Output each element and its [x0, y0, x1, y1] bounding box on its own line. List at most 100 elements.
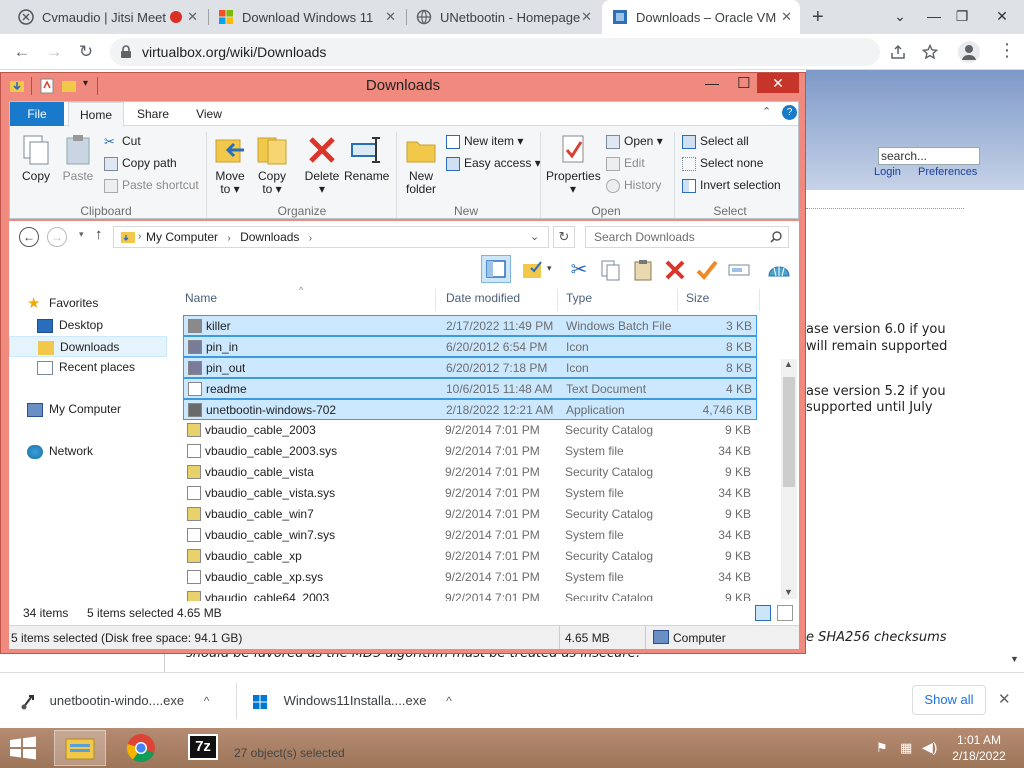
preferences-link[interactable]: Preferences: [918, 166, 977, 178]
paste-button[interactable]: Paste: [58, 134, 98, 183]
tab-view[interactable]: View: [188, 102, 230, 126]
action-center-flag-icon[interactable]: ⚑: [876, 740, 888, 756]
nav-downloads[interactable]: Downloads: [9, 336, 167, 357]
paste-shortcut-button[interactable]: Paste shortcut: [104, 176, 199, 194]
copy-button[interactable]: Copy: [18, 134, 54, 183]
download-item[interactable]: Windows11Installa....exe ^: [252, 687, 452, 715]
new-folder-button[interactable]: New folder: [402, 134, 440, 196]
maximize-button[interactable]: ☐: [737, 74, 750, 92]
table-row[interactable]: pin_out 6/20/2012 7:18 PM Icon 8 KB: [183, 357, 757, 378]
cut-button[interactable]: ✂ Cut: [104, 132, 141, 150]
checkmark-icon[interactable]: [695, 258, 719, 282]
column-header-name[interactable]: Name: [185, 291, 217, 305]
tab-windows11[interactable]: Download Windows 11 ✕: [208, 0, 404, 34]
taskbar-explorer[interactable]: [54, 730, 106, 766]
scroll-up-icon[interactable]: ▲: [784, 359, 793, 369]
table-row[interactable]: vbaudio_cable_win7.sys 9/2/2014 7:01 PM Sy…: [183, 525, 757, 546]
nav-network[interactable]: Network: [27, 441, 93, 462]
nav-recent-places[interactable]: Recent places: [37, 357, 135, 378]
bookmark-star-icon[interactable]: [922, 44, 938, 60]
paste-icon[interactable]: [631, 258, 655, 282]
back-icon[interactable]: ←: [12, 42, 32, 62]
close-tab-icon[interactable]: ✕: [187, 9, 198, 25]
column-header-type[interactable]: Type: [566, 291, 592, 305]
vertical-scrollbar[interactable]: ▲ ▼: [781, 359, 797, 599]
table-row[interactable]: vbaudio_cable_2003.sys 9/2/2014 7:01 PM Sy…: [183, 441, 757, 462]
table-row[interactable]: vbaudio_cable_vista 9/2/2014 7:01 PM Secur…: [183, 462, 757, 483]
nav-my-computer[interactable]: My Computer: [27, 399, 121, 420]
table-row[interactable]: vbaudio_cable_xp.sys 9/2/2014 7:01 PM Syst…: [183, 567, 757, 588]
properties-button[interactable]: Properties ▾: [546, 134, 601, 196]
forward-icon[interactable]: →: [44, 42, 64, 62]
table-row[interactable]: vbaudio_cable_win7 9/2/2014 7:01 PM Securi…: [183, 504, 757, 525]
menu-dots-icon[interactable]: ⋮: [998, 40, 1016, 61]
nav-desktop[interactable]: Desktop: [37, 315, 103, 336]
network-icon[interactable]: ▦: [900, 740, 912, 756]
minimize-button[interactable]: —: [705, 75, 719, 91]
tab-share[interactable]: Share: [130, 102, 176, 126]
tab-unetbootin[interactable]: UNetbootin - Homepage ✕: [406, 0, 600, 34]
profile-avatar[interactable]: [958, 41, 980, 63]
tab-file[interactable]: File: [10, 102, 64, 126]
page-scroll-down-icon[interactable]: ▼: [1010, 654, 1019, 664]
close-icon[interactable]: ✕: [998, 690, 1011, 708]
breadcrumb-item[interactable]: Downloads: [240, 230, 299, 244]
table-row[interactable]: killer 2/17/2022 11:49 PM Windows Batch Fi…: [183, 315, 757, 336]
restore-button[interactable]: ❐: [940, 0, 984, 32]
move-to-button[interactable]: Move to ▾: [212, 134, 248, 196]
scissors-icon[interactable]: ✂: [567, 258, 591, 282]
close-button[interactable]: ✕: [757, 73, 799, 93]
scrollbar-thumb[interactable]: [783, 377, 795, 487]
select-none-button[interactable]: Select none: [682, 154, 763, 172]
collapse-ribbon-icon[interactable]: ⌃: [762, 105, 771, 118]
invert-selection-button[interactable]: Invert selection: [682, 176, 781, 194]
help-icon[interactable]: ?: [782, 105, 797, 120]
new-item-button[interactable]: New item ▾: [446, 132, 523, 150]
copy-icon[interactable]: [599, 258, 623, 282]
copy-path-button[interactable]: Copy path: [104, 154, 177, 172]
delete-x-icon[interactable]: [663, 258, 687, 282]
column-header-size[interactable]: Size: [686, 291, 709, 305]
forward-icon[interactable]: →: [47, 227, 67, 247]
table-row[interactable]: vbaudio_cable_2003 9/2/2014 7:01 PM Securi…: [183, 420, 757, 441]
select-all-button[interactable]: Select all: [682, 132, 749, 150]
close-tab-icon[interactable]: ✕: [781, 9, 792, 25]
show-all-button[interactable]: Show all: [912, 685, 986, 715]
rename-icon[interactable]: [727, 258, 751, 282]
close-tab-icon[interactable]: ✕: [385, 9, 396, 25]
large-icons-view-icon[interactable]: [777, 605, 793, 621]
close-window-button[interactable]: ✕: [980, 0, 1024, 32]
taskbar-chrome[interactable]: [116, 730, 168, 766]
details-view-icon[interactable]: [755, 605, 771, 621]
tab-jitsi[interactable]: Cvmaudio | Jitsi Meet ✕: [8, 0, 206, 34]
volume-icon[interactable]: ◀): [922, 739, 937, 756]
edit-button[interactable]: Edit: [606, 154, 645, 172]
rename-button[interactable]: Rename: [344, 134, 389, 183]
table-row[interactable]: vbaudio_cable_xp 9/2/2014 7:01 PM Security…: [183, 546, 757, 567]
search-input[interactable]: Search Downloads: [585, 226, 789, 248]
open-button[interactable]: Open ▾: [606, 132, 663, 150]
wiki-search-input[interactable]: search...: [878, 147, 980, 165]
chevron-up-icon[interactable]: ^: [446, 694, 452, 708]
table-row[interactable]: vbaudio_cable_vista.sys 9/2/2014 7:01 PM S…: [183, 483, 757, 504]
login-link[interactable]: Login: [874, 166, 901, 178]
refresh-icon[interactable]: ↻: [553, 226, 575, 248]
folder-options-icon[interactable]: [521, 258, 545, 282]
shell-icon[interactable]: [767, 258, 791, 282]
table-row[interactable]: readme 10/6/2015 11:48 AM Text Document 4 K…: [183, 378, 757, 399]
easy-access-button[interactable]: Easy access ▾: [446, 154, 541, 172]
table-row[interactable]: pin_in 6/20/2012 6:54 PM Icon 8 KB: [183, 336, 757, 357]
address-breadcrumb[interactable]: › My Computer › Downloads › ⌄: [113, 226, 549, 248]
table-row[interactable]: vbaudio_cable64_2003 9/2/2014 7:01 PM Secu…: [183, 588, 757, 601]
chevron-down-icon[interactable]: ▾: [547, 263, 552, 274]
back-icon[interactable]: ←: [19, 227, 39, 247]
nav-favorites[interactable]: ★ Favorites: [27, 293, 98, 314]
close-tab-icon[interactable]: ✕: [581, 9, 592, 25]
clock[interactable]: 1:01 AM 2/18/2022: [946, 732, 1012, 764]
share-icon[interactable]: [890, 44, 906, 60]
start-button[interactable]: [8, 736, 38, 760]
breadcrumb-item[interactable]: My Computer: [146, 230, 218, 244]
taskbar-7zip[interactable]: 7z: [178, 730, 230, 766]
up-arrow-icon[interactable]: ↑: [95, 226, 103, 243]
copy-to-button[interactable]: Copy to ▾: [254, 134, 290, 196]
